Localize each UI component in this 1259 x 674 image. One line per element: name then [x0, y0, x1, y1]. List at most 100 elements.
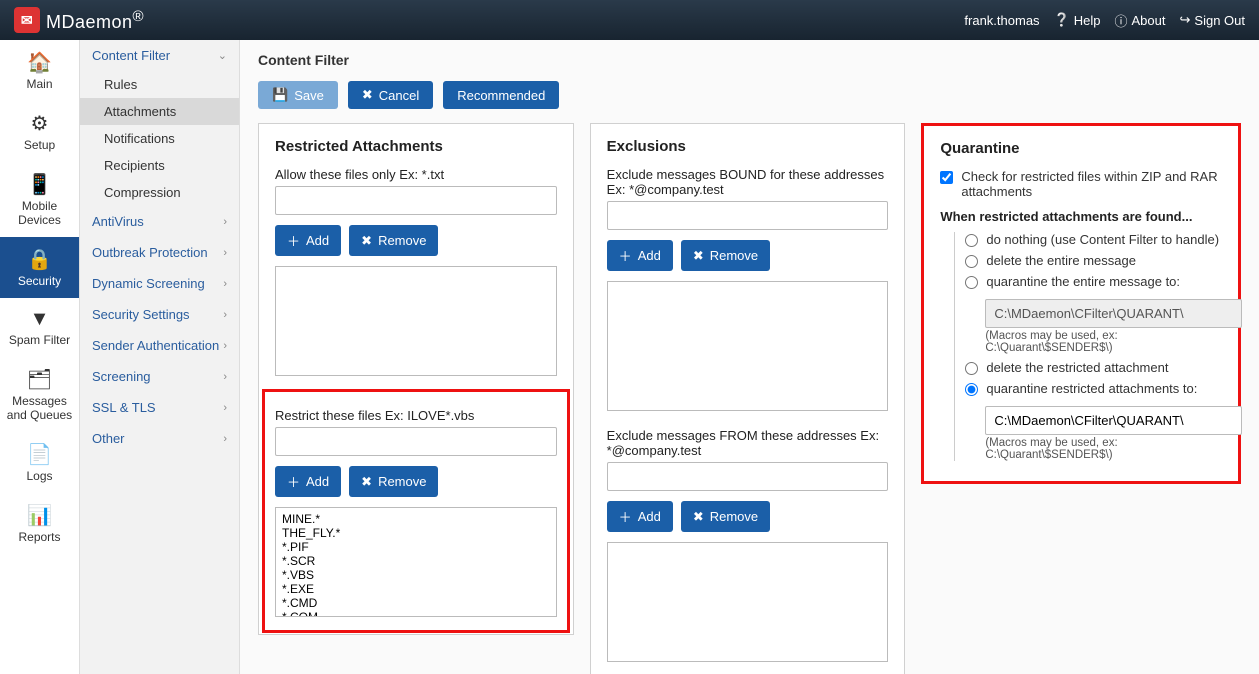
- mainnav-spam[interactable]: ▼Spam Filter: [0, 298, 79, 357]
- allow-list[interactable]: [275, 266, 557, 376]
- mainnav-security[interactable]: 🔒Security: [0, 237, 79, 298]
- restrict-input[interactable]: [275, 427, 557, 456]
- subnav-item[interactable]: Rules: [80, 71, 239, 98]
- subnav-group[interactable]: SSL & TLS›: [80, 392, 239, 423]
- opt-delete-att-label: delete the restricted attachment: [986, 360, 1168, 375]
- cancel-icon: ✖: [362, 87, 373, 103]
- restricted-heading: Restricted Attachments: [275, 138, 557, 155]
- about-link[interactable]: ⓘAbout: [1115, 11, 1166, 30]
- brand-suffix: ®: [133, 8, 145, 25]
- q-msg-hint: (Macros may be used, ex: C:\Quarant\$SEN…: [985, 330, 1222, 354]
- restrict-list[interactable]: [275, 507, 557, 617]
- opt-q-att-radio[interactable]: [965, 383, 978, 396]
- subnav-content-filter[interactable]: Content Filter ⌄: [80, 40, 239, 71]
- recommended-button[interactable]: Recommended: [443, 81, 559, 109]
- toolbar: 💾 Save ✖ Cancel Recommended: [240, 81, 1259, 123]
- zip-checkbox[interactable]: [940, 171, 953, 184]
- subnav-group[interactable]: Dynamic Screening›: [80, 268, 239, 299]
- bound-remove-button[interactable]: ✖Remove: [681, 240, 770, 271]
- opt-nothing-radio[interactable]: [965, 234, 978, 247]
- from-remove-button[interactable]: ✖Remove: [681, 501, 770, 532]
- chevron-right-icon: ›: [223, 278, 227, 290]
- bound-label: Exclude messages BOUND for these address…: [607, 167, 889, 197]
- bound-add-button[interactable]: ＋Add: [607, 240, 673, 271]
- restrict-section: Restrict these files Ex: ILOVE*.vbs ＋Add…: [262, 389, 570, 633]
- subnav-item[interactable]: Recipients: [80, 152, 239, 179]
- brand: ✉ MDaemon®: [14, 7, 144, 33]
- allow-remove-button[interactable]: ✖Remove: [349, 225, 438, 256]
- x-icon: ✖: [693, 509, 704, 525]
- from-input[interactable]: [607, 462, 889, 491]
- zip-label: Check for restricted files within ZIP an…: [961, 169, 1222, 199]
- page-title: Content Filter: [240, 40, 1259, 81]
- cancel-button[interactable]: ✖ Cancel: [348, 81, 433, 109]
- chevron-right-icon: ›: [223, 216, 227, 228]
- chevron-right-icon: ›: [223, 309, 227, 321]
- subnav-item[interactable]: Notifications: [80, 125, 239, 152]
- main-nav: 🏠Main⚙Setup📱Mobile Devices🔒Security▼Spam…: [0, 40, 80, 674]
- help-icon: ❔: [1054, 12, 1070, 28]
- mainnav-mobile[interactable]: 📱Mobile Devices: [0, 162, 79, 237]
- plus-icon: ＋: [619, 507, 632, 526]
- current-user: frank.thomas: [964, 13, 1039, 28]
- restrict-add-button[interactable]: ＋Add: [275, 466, 341, 497]
- topbar: ✉ MDaemon® frank.thomas ❔Help ⓘAbout ↪Si…: [0, 0, 1259, 40]
- reports-icon: 📊: [4, 503, 75, 528]
- security-icon: 🔒: [4, 247, 75, 272]
- q-att-path[interactable]: [985, 406, 1242, 435]
- mainnav-reports[interactable]: 📊Reports: [0, 493, 79, 554]
- logs-icon: 📄: [4, 442, 75, 467]
- subnav-group[interactable]: AntiVirus›: [80, 206, 239, 237]
- subnav-group[interactable]: Security Settings›: [80, 299, 239, 330]
- plus-icon: ＋: [619, 246, 632, 265]
- plus-icon: ＋: [287, 472, 300, 491]
- opt-nothing-label: do nothing (use Content Filter to handle…: [986, 232, 1219, 247]
- mainnav-setup[interactable]: ⚙Setup: [0, 101, 79, 162]
- quarantine-panel: Quarantine Check for restricted files wi…: [921, 123, 1241, 484]
- q-att-hint: (Macros may be used, ex: C:\Quarant\$SEN…: [985, 437, 1222, 461]
- allow-label: Allow these files only Ex: *.txt: [275, 167, 557, 182]
- opt-delete-msg-label: delete the entire message: [986, 253, 1136, 268]
- opt-q-msg-radio[interactable]: [965, 276, 978, 289]
- chevron-right-icon: ›: [223, 371, 227, 383]
- subnav-group[interactable]: Screening›: [80, 361, 239, 392]
- found-label: When restricted attachments are found...: [940, 209, 1222, 224]
- opt-delete-msg-radio[interactable]: [965, 255, 978, 268]
- subnav-group[interactable]: Other›: [80, 423, 239, 454]
- bound-list[interactable]: [607, 281, 889, 411]
- quarantine-heading: Quarantine: [940, 140, 1222, 157]
- x-icon: ✖: [361, 474, 372, 490]
- help-link[interactable]: ❔Help: [1054, 12, 1101, 28]
- chevron-down-icon: ⌄: [218, 49, 227, 62]
- spam-icon: ▼: [4, 308, 75, 331]
- save-button[interactable]: 💾 Save: [258, 81, 338, 109]
- x-icon: ✖: [693, 248, 704, 264]
- topbar-right: frank.thomas ❔Help ⓘAbout ↪Sign Out: [964, 11, 1245, 30]
- from-label: Exclude messages FROM these addresses Ex…: [607, 428, 889, 458]
- allow-add-button[interactable]: ＋Add: [275, 225, 341, 256]
- brand-icon: ✉: [14, 7, 40, 33]
- mainnav-main[interactable]: 🏠Main: [0, 40, 79, 101]
- save-icon: 💾: [272, 87, 288, 103]
- subnav-group[interactable]: Sender Authentication›: [80, 330, 239, 361]
- subnav-item[interactable]: Compression: [80, 179, 239, 206]
- subnav-group[interactable]: Outbreak Protection›: [80, 237, 239, 268]
- from-list[interactable]: [607, 542, 889, 662]
- restrict-remove-button[interactable]: ✖Remove: [349, 466, 438, 497]
- mq-icon: 🗂: [4, 367, 75, 392]
- allow-input[interactable]: [275, 186, 557, 215]
- signout-link[interactable]: ↪Sign Out: [1180, 12, 1246, 28]
- subnav-item[interactable]: Attachments: [80, 98, 239, 125]
- opt-q-att-label: quarantine restricted attachments to:: [986, 381, 1197, 396]
- opt-delete-att-radio[interactable]: [965, 362, 978, 375]
- chevron-right-icon: ›: [223, 402, 227, 414]
- restricted-panel: Restricted Attachments Allow these files…: [258, 123, 574, 635]
- mainnav-mq[interactable]: 🗂Messages and Queues: [0, 357, 79, 432]
- mainnav-logs[interactable]: 📄Logs: [0, 432, 79, 493]
- opt-q-msg-label: quarantine the entire message to:: [986, 274, 1180, 289]
- brand-text: MDaemon: [46, 12, 133, 32]
- bound-input[interactable]: [607, 201, 889, 230]
- chevron-right-icon: ›: [223, 247, 227, 259]
- info-icon: ⓘ: [1115, 11, 1128, 30]
- from-add-button[interactable]: ＋Add: [607, 501, 673, 532]
